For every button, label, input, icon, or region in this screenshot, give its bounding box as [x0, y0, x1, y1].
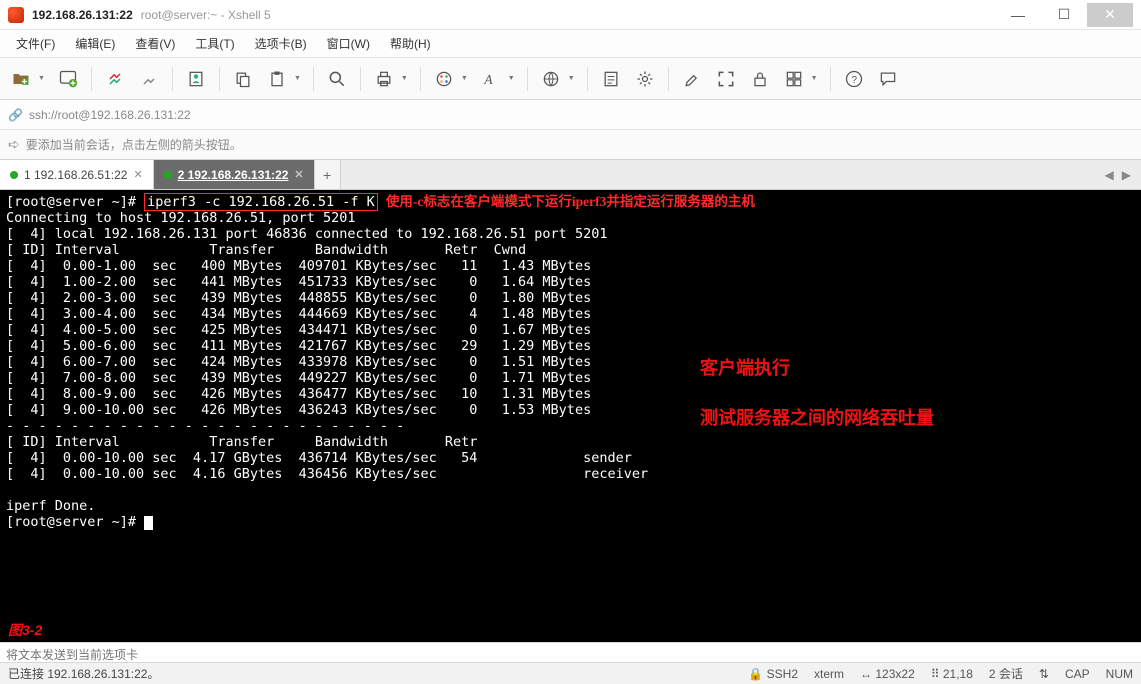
- paste-icon[interactable]: [264, 66, 290, 92]
- chevron-down-icon[interactable]: ▼: [568, 75, 575, 82]
- status-bar: 已连接 192.168.26.131:22。 🔒 SSH2 xterm ↔ 12…: [0, 662, 1141, 684]
- chevron-down-icon[interactable]: ▼: [38, 75, 45, 82]
- disconnect-icon[interactable]: [136, 66, 162, 92]
- status-connection: 已连接 192.168.26.131:22。: [8, 665, 159, 682]
- new-session-icon[interactable]: [55, 66, 81, 92]
- close-icon[interactable]: ✕: [294, 168, 303, 181]
- lock-icon[interactable]: [747, 66, 773, 92]
- close-icon[interactable]: ✕: [133, 168, 142, 181]
- status-cap: CAP: [1065, 667, 1090, 681]
- close-button[interactable]: ✕: [1087, 3, 1133, 27]
- tab-session-1[interactable]: 1 192.168.26.51:22 ✕: [0, 160, 154, 189]
- help-icon[interactable]: ?: [841, 66, 867, 92]
- scroll-right-icon[interactable]: ▶: [1122, 168, 1131, 182]
- chevron-down-icon[interactable]: ▼: [294, 75, 301, 82]
- hint-bar: ➪ 要添加当前会话，点击左侧的箭头按钮。: [0, 130, 1141, 160]
- minimize-button[interactable]: —: [995, 3, 1041, 27]
- status-pos: ⠿ 21,18: [931, 667, 973, 681]
- menu-file[interactable]: 文件(F): [8, 31, 63, 56]
- maximize-button[interactable]: ☐: [1041, 3, 1087, 27]
- window-subtitle: root@server:~ - Xshell 5: [141, 8, 271, 22]
- chat-icon[interactable]: [875, 66, 901, 92]
- tab-session-2[interactable]: 2 192.168.26.131:22 ✕: [154, 160, 315, 189]
- title-bar: 192.168.26.131:22 root@server:~ - Xshell…: [0, 0, 1141, 30]
- script-icon[interactable]: [598, 66, 624, 92]
- link-icon: 🔗: [8, 108, 23, 122]
- print-icon[interactable]: [371, 66, 397, 92]
- open-icon[interactable]: [8, 66, 34, 92]
- chevron-down-icon[interactable]: ▼: [811, 75, 818, 82]
- svg-text:A: A: [483, 72, 493, 87]
- chevron-down-icon[interactable]: ▼: [401, 75, 408, 82]
- toolbar: ▼ ▼ ▼ ▼ A ▼ ▼ ▼ ?: [0, 58, 1141, 100]
- figure-label: 图3-2: [8, 620, 42, 640]
- status-size: ↔ 123x22: [860, 667, 915, 681]
- properties-icon[interactable]: [183, 66, 209, 92]
- terminal[interactable]: [root@server ~]# iperf3 -c 192.168.26.51…: [0, 190, 1141, 642]
- status-dot-icon: [10, 171, 18, 179]
- arrow-icon[interactable]: ➪: [8, 136, 20, 153]
- gear-icon[interactable]: [632, 66, 658, 92]
- tab-label: 2 192.168.26.131:22: [178, 168, 289, 182]
- highlight-icon[interactable]: [679, 66, 705, 92]
- tabs-row: 1 192.168.26.51:22 ✕ 2 192.168.26.131:22…: [0, 160, 1141, 190]
- chevron-down-icon[interactable]: ▼: [461, 75, 468, 82]
- address-text[interactable]: ssh://root@192.168.26.131:22: [29, 108, 191, 122]
- add-tab-button[interactable]: +: [315, 160, 341, 189]
- address-bar: 🔗 ssh://root@192.168.26.131:22: [0, 100, 1141, 130]
- menu-help[interactable]: 帮助(H): [382, 31, 439, 56]
- status-dot-icon: [164, 171, 172, 179]
- scroll-left-icon[interactable]: ◀: [1105, 168, 1114, 182]
- window-title: 192.168.26.131:22: [32, 8, 133, 22]
- status-lock: 🔒 SSH2: [748, 667, 798, 681]
- menu-tools[interactable]: 工具(T): [187, 31, 242, 56]
- tab-label: 1 192.168.26.51:22: [24, 168, 127, 182]
- search-icon[interactable]: [324, 66, 350, 92]
- menu-bar: 文件(F) 编辑(E) 查看(V) 工具(T) 选项卡(B) 窗口(W) 帮助(…: [0, 30, 1141, 58]
- copy-icon[interactable]: [230, 66, 256, 92]
- svg-text:?: ?: [851, 75, 857, 86]
- menu-view[interactable]: 查看(V): [127, 31, 183, 56]
- fullscreen-icon[interactable]: [713, 66, 739, 92]
- hint-text: 要添加当前会话，点击左侧的箭头按钮。: [26, 136, 242, 153]
- app-icon: [8, 7, 24, 23]
- menu-window[interactable]: 窗口(W): [319, 31, 378, 56]
- font-icon[interactable]: A: [478, 66, 504, 92]
- status-sessions: 2 会话: [989, 665, 1023, 682]
- menu-tabs[interactable]: 选项卡(B): [247, 31, 315, 56]
- reconnect-icon[interactable]: [102, 66, 128, 92]
- color-icon[interactable]: [431, 66, 457, 92]
- grid-icon[interactable]: [781, 66, 807, 92]
- status-term: xterm: [814, 667, 844, 681]
- globe-icon[interactable]: [538, 66, 564, 92]
- send-input[interactable]: [6, 648, 1135, 662]
- menu-edit[interactable]: 编辑(E): [67, 31, 123, 56]
- status-encoding: ⇅: [1039, 667, 1049, 681]
- chevron-down-icon[interactable]: ▼: [508, 75, 515, 82]
- status-num: NUM: [1106, 667, 1133, 681]
